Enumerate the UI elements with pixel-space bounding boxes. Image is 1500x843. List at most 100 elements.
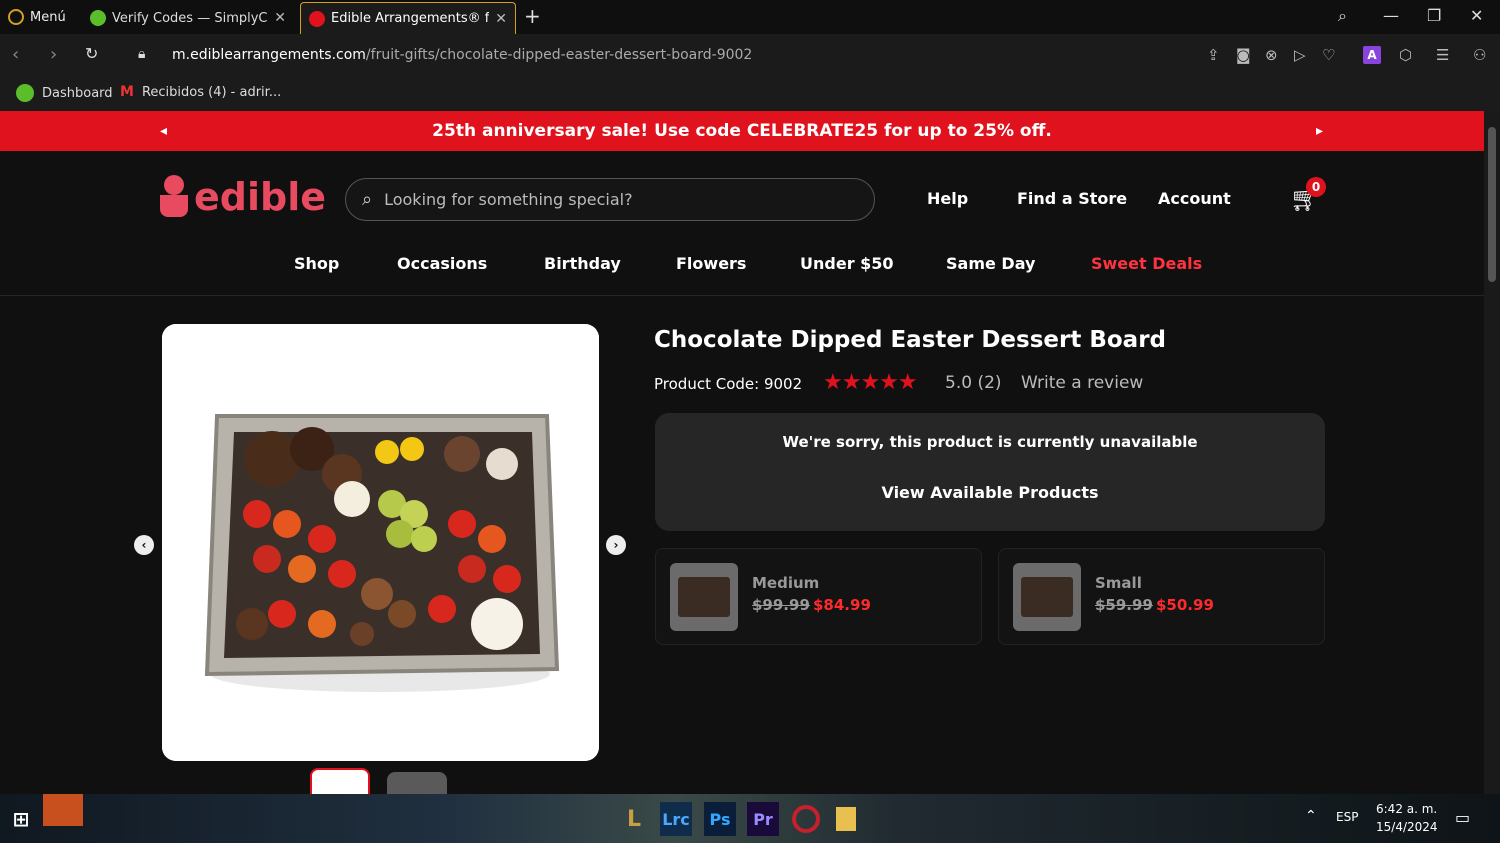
account-link[interactable]: Account	[1158, 189, 1231, 208]
clock-time[interactable]: 6:42 a. m.	[1376, 802, 1437, 816]
address-bar: ‹ › ↻ 🔒︎ m.ediblearrangements.com/fruit-…	[0, 34, 1500, 78]
file-explorer-icon[interactable]	[834, 802, 858, 836]
nav-flowers[interactable]: Flowers	[676, 254, 746, 273]
size-name: Small	[1095, 574, 1142, 592]
rating-stars: ★★★★★	[823, 370, 918, 395]
easy-setup-icon[interactable]: ☰	[1436, 46, 1449, 64]
premiere-icon[interactable]: Pr	[747, 802, 779, 836]
page-scrollbar[interactable]	[1484, 111, 1500, 794]
menu-label: Menú	[30, 9, 66, 25]
bookmarks-bar: Dashboard M Recibidos (4) - adrir...	[0, 78, 1500, 111]
view-available-products-button[interactable]: View Available Products	[655, 483, 1325, 502]
search-tabs-icon[interactable]: ⌕	[1338, 6, 1347, 26]
lightroom-icon[interactable]: Lrc	[660, 802, 692, 836]
back-icon[interactable]: ‹	[12, 44, 19, 65]
size-option-medium[interactable]: Medium $99.99 $84.99	[655, 548, 982, 645]
send-icon[interactable]: ▷	[1294, 46, 1306, 64]
tab-title: Verify Codes — SimplyCod	[112, 10, 269, 26]
promo-next-icon[interactable]: ▸	[1316, 111, 1323, 151]
promo-banner[interactable]: ◂ 25th anniversary sale! Use code CELEBR…	[0, 111, 1484, 151]
nav-under-50[interactable]: Under $50	[800, 254, 894, 273]
category-nav: Shop Occasions Birthday Flowers Under $5…	[0, 254, 1484, 294]
size-sale-price: $84.99	[813, 596, 871, 614]
browser-chrome: Menú Verify Codes — SimplyCod ✕ Edible A…	[0, 0, 1500, 111]
bookmark-gmail[interactable]: M Recibidos (4) - adrir...	[120, 84, 281, 100]
carousel-next-icon[interactable]: ›	[606, 535, 626, 555]
url-field[interactable]: m.ediblearrangements.com/fruit-gifts/cho…	[172, 47, 752, 63]
find-store-link[interactable]: Find a Store	[1017, 189, 1127, 208]
help-link[interactable]: Help	[927, 189, 968, 208]
product-image[interactable]	[162, 324, 599, 761]
restore-icon[interactable]: ❐	[1427, 6, 1441, 25]
reload-icon[interactable]: ↻	[85, 44, 98, 63]
nav-shop[interactable]: Shop	[294, 254, 339, 273]
gmail-icon: M	[120, 84, 134, 100]
close-tab-icon[interactable]: ✕	[495, 11, 507, 27]
unavailable-message: We're sorry, this product is currently u…	[782, 433, 1198, 451]
write-review-link[interactable]: Write a review	[1021, 373, 1143, 393]
windows-taskbar: ⊞ L Lrc Ps Pr ⌃ ESP 6:42 a. m. 15/4/2024…	[0, 794, 1500, 843]
heart-icon[interactable]: ♡	[1322, 46, 1335, 64]
simplycodes-favicon-icon	[90, 10, 106, 26]
clock-date[interactable]: 15/4/2024	[1376, 820, 1438, 834]
language-indicator[interactable]: ESP	[1336, 810, 1358, 824]
search-icon: ⌕	[362, 189, 373, 210]
cube-icon[interactable]: ⬡	[1399, 46, 1412, 64]
edible-logo[interactable]: edible	[160, 175, 326, 219]
nav-same-day[interactable]: Same Day	[946, 254, 1035, 273]
search-bar[interactable]: ⌕	[345, 178, 875, 221]
close-tab-icon[interactable]: ✕	[274, 10, 286, 26]
block-icon[interactable]: ⊗	[1265, 46, 1278, 64]
opera-taskbar-icon[interactable]	[790, 802, 822, 836]
league-of-legends-icon[interactable]: L	[618, 802, 650, 836]
size-sale-price: $50.99	[1156, 596, 1214, 614]
size-option-small[interactable]: Small $59.99 $50.99	[998, 548, 1325, 645]
minimize-icon[interactable]: —	[1383, 6, 1399, 25]
url-domain: m.ediblearrangements.com	[172, 47, 366, 63]
cart-button[interactable]: 🛒︎ 0	[1290, 177, 1326, 213]
size-old-price: $59.99	[1095, 596, 1153, 614]
share-icon[interactable]: ⇪	[1207, 46, 1220, 64]
lock-icon: 🔒︎	[138, 46, 146, 62]
logo-berry-icon	[160, 175, 188, 219]
windows-start-icon[interactable]: ⊞	[10, 802, 32, 836]
thumbnail-2[interactable]	[387, 772, 447, 794]
camera-icon[interactable]: ◙	[1236, 46, 1251, 64]
nav-occasions[interactable]: Occasions	[397, 254, 487, 273]
carousel-prev-icon[interactable]: ‹	[134, 535, 154, 555]
product-title: Chocolate Dipped Easter Dessert Board	[654, 327, 1167, 353]
search-input[interactable]	[384, 190, 825, 209]
profile-icon[interactable]: ⚇	[1473, 46, 1486, 64]
tab-title: Edible Arrangements® frui	[331, 11, 490, 26]
browser-menu-button[interactable]: Menú	[8, 6, 66, 28]
promo-prev-icon[interactable]: ◂	[160, 111, 167, 151]
dashboard-icon	[16, 84, 34, 102]
scrollbar-thumb[interactable]	[1488, 127, 1496, 282]
forward-icon[interactable]: ›	[50, 44, 57, 65]
site-header: edible ⌕ Help Find a Store Account 🛒︎ 0 …	[0, 151, 1484, 296]
unavailable-panel: We're sorry, this product is currently u…	[655, 413, 1325, 531]
logo-text: edible	[194, 175, 326, 219]
new-tab-icon[interactable]: +	[524, 4, 541, 28]
notifications-icon[interactable]: ▭	[1455, 808, 1470, 827]
product-code: Product Code: 9002	[654, 375, 803, 393]
tab-bar: Menú Verify Codes — SimplyCod ✕ Edible A…	[0, 0, 1500, 34]
nav-birthday[interactable]: Birthday	[544, 254, 621, 273]
bookmark-label: Dashboard	[42, 85, 113, 101]
extension-icon[interactable]: A	[1363, 46, 1381, 64]
url-path: /fruit-gifts/chocolate-dipped-easter-des…	[365, 47, 753, 63]
photoshop-icon[interactable]: Ps	[704, 802, 736, 836]
tab-verify-codes[interactable]: Verify Codes — SimplyCod ✕	[82, 2, 294, 34]
edible-favicon-icon	[309, 10, 325, 27]
bookmark-dashboard[interactable]: Dashboard	[16, 84, 113, 102]
close-window-icon[interactable]: ✕	[1470, 6, 1483, 25]
taskbar-app-icon[interactable]	[43, 794, 83, 826]
tab-edible-arrangements[interactable]: Edible Arrangements® frui ✕	[300, 2, 516, 34]
show-hidden-icons-icon[interactable]: ⌃	[1305, 808, 1317, 824]
size-name: Medium	[752, 574, 820, 592]
nav-sweet-deals[interactable]: Sweet Deals	[1091, 254, 1202, 273]
rating-value[interactable]: 5.0 (2)	[945, 373, 1002, 393]
size-thumbnail	[670, 563, 738, 631]
dessert-board-image	[162, 324, 599, 761]
thumbnail-1[interactable]	[310, 768, 370, 794]
